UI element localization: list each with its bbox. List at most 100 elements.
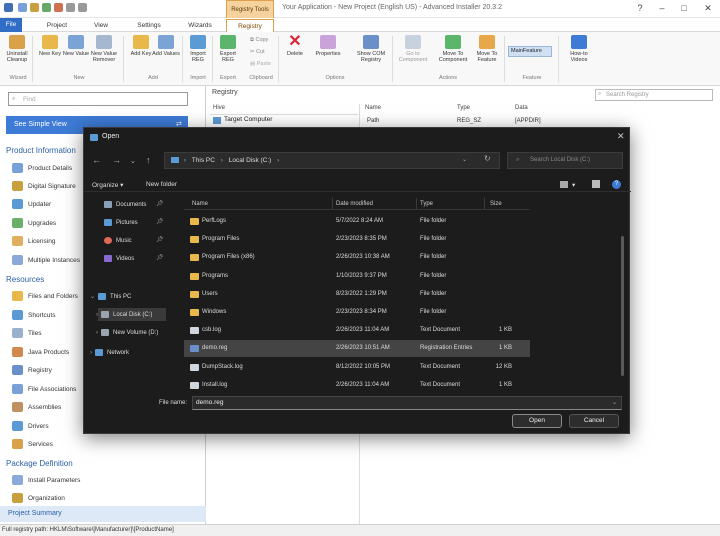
- nav-updater[interactable]: Updater: [12, 198, 51, 212]
- redo-icon[interactable]: [78, 3, 87, 12]
- column-name[interactable]: Name: [192, 201, 208, 207]
- up-arrow-icon[interactable]: ↑: [146, 155, 151, 165]
- new-key-button[interactable]: New Key: [36, 35, 64, 57]
- cut-button[interactable]: ✂ Cut: [250, 49, 265, 55]
- column-type[interactable]: Type: [457, 105, 470, 111]
- pin-icon[interactable]: 📌︎: [156, 218, 164, 225]
- nav-pictures[interactable]: Pictures: [104, 216, 138, 230]
- column-type[interactable]: Type: [420, 201, 433, 207]
- address-dropdown-icon[interactable]: ⌄: [462, 156, 467, 163]
- file-name-input[interactable]: demo.reg: [192, 396, 622, 410]
- nav-digital-signature[interactable]: Digital Signature: [12, 180, 76, 194]
- column-divider[interactable]: [332, 198, 333, 210]
- uninstall-cleanup-button[interactable]: Uninstall Cleanup: [3, 35, 31, 63]
- properties-button[interactable]: Properties: [314, 35, 342, 57]
- pin-icon[interactable]: 📌︎: [156, 236, 164, 243]
- forward-arrow-icon[interactable]: →: [112, 155, 121, 165]
- close-button[interactable]: ✕: [698, 2, 718, 15]
- paste-button[interactable]: ▤ Paste: [250, 61, 271, 67]
- breadcrumb-this-pc[interactable]: This PC: [192, 157, 215, 164]
- undo-icon[interactable]: [66, 3, 75, 12]
- back-arrow-icon[interactable]: ←: [92, 155, 101, 165]
- value-name[interactable]: Path: [367, 118, 379, 124]
- file-row[interactable]: Install.log 2/26/2023 11:04 AM Text Docume…: [184, 377, 530, 394]
- tab-wizards[interactable]: Wizards: [180, 19, 220, 32]
- refresh-icon[interactable]: ↻: [484, 154, 491, 163]
- address-bar[interactable]: › This PC › Local Disk (C:) ›: [164, 152, 500, 169]
- nav-drivers[interactable]: Drivers: [12, 420, 49, 434]
- help-icon[interactable]: ?: [612, 180, 621, 189]
- import-reg-button[interactable]: Import REG: [184, 35, 212, 63]
- nav-registry[interactable]: Registry: [12, 364, 52, 378]
- view-icon[interactable]: [560, 181, 568, 188]
- nav-files-and-folders[interactable]: Files and Folders: [12, 290, 78, 304]
- nav-documents[interactable]: Documents: [104, 198, 146, 212]
- expand-chevron-icon[interactable]: ⌄: [90, 294, 95, 300]
- nav-this-pc[interactable]: ⌄ This PC: [90, 290, 131, 304]
- file-row[interactable]: Programs 1/10/2023 9:37 PM File folder: [184, 268, 530, 285]
- column-divider[interactable]: [484, 198, 485, 210]
- nav-licensing[interactable]: Licensing: [12, 235, 55, 249]
- file-list-scrollbar[interactable]: [621, 236, 624, 376]
- nav-music[interactable]: Music: [104, 234, 132, 248]
- column-size[interactable]: Size: [490, 201, 502, 207]
- nav-local-disk[interactable]: › Local Disk (C:): [96, 308, 152, 322]
- nav-install-parameters[interactable]: Install Parameters: [12, 474, 80, 488]
- maximize-button[interactable]: □: [674, 2, 694, 15]
- go-to-component-button[interactable]: Go to Component: [396, 35, 430, 63]
- minimize-button[interactable]: –: [652, 2, 672, 15]
- dialog-close-button[interactable]: ✕: [617, 131, 625, 142]
- column-date-modified[interactable]: Date modified: [336, 201, 373, 207]
- save-icon[interactable]: [18, 3, 27, 12]
- expand-chevron-icon[interactable]: ›: [90, 350, 92, 356]
- move-to-component-button[interactable]: Move To Component: [436, 35, 470, 63]
- tab-file[interactable]: File: [0, 18, 22, 32]
- help-icon[interactable]: ?: [630, 2, 650, 15]
- delete-button[interactable]: ✕ Delete: [281, 34, 309, 58]
- new-folder-button[interactable]: New folder: [146, 181, 177, 188]
- nav-new-volume[interactable]: › New Volume (D:): [96, 326, 158, 340]
- feature-select[interactable]: MainFeature: [508, 46, 552, 57]
- history-chevron-icon[interactable]: ⌄: [130, 157, 136, 165]
- registry-search-input[interactable]: ⌕ Search Registry: [595, 89, 713, 101]
- nav-videos[interactable]: Videos: [104, 252, 134, 266]
- open-button[interactable]: Open: [512, 414, 562, 428]
- expand-chevron-icon[interactable]: ›: [96, 330, 98, 336]
- file-row[interactable]: demo.reg 2/26/2023 10:51 AM Registration E…: [184, 340, 530, 358]
- nav-services[interactable]: Services: [12, 438, 53, 452]
- nav-shortcuts[interactable]: Shortcuts: [12, 309, 55, 323]
- preview-pane-icon[interactable]: [592, 180, 600, 188]
- column-name[interactable]: Name: [365, 105, 381, 111]
- section-resources[interactable]: Resources: [6, 275, 44, 284]
- file-row[interactable]: Users 8/23/2022 1:29 PM File folder: [184, 286, 530, 303]
- nav-product-details[interactable]: Product Details: [12, 162, 72, 176]
- nav-assemblies[interactable]: Assemblies: [12, 401, 61, 415]
- nav-tiles[interactable]: Tiles: [12, 327, 41, 341]
- run-icon[interactable]: [54, 3, 63, 12]
- how-to-videos-button[interactable]: How-to Videos: [564, 35, 594, 63]
- nav-multiple-instances[interactable]: Multiple Instances: [12, 254, 80, 268]
- dialog-search-input[interactable]: ⌕ Search Local Disk (C:): [507, 152, 623, 169]
- section-product-information[interactable]: Product Information: [6, 146, 76, 155]
- file-name-dropdown-icon[interactable]: ⌄: [612, 399, 617, 406]
- file-row[interactable]: PerfLogs 5/7/2022 8:24 AM File folder: [184, 213, 530, 230]
- show-com-registry-button[interactable]: Show COM Registry: [354, 35, 388, 63]
- tree-item-target-computer[interactable]: Target Computer: [210, 116, 358, 126]
- add-key-button[interactable]: Add Key: [127, 35, 155, 57]
- file-row[interactable]: Program Files (x86) 2/26/2023 10:38 AM Fil…: [184, 249, 530, 266]
- find-input[interactable]: ⌕ Find: [8, 92, 188, 106]
- column-data[interactable]: Data: [515, 105, 528, 111]
- file-row[interactable]: DumpStack.log 8/12/2022 10:05 PM Text Docu…: [184, 359, 530, 376]
- nav-upgrades[interactable]: Upgrades: [12, 217, 56, 231]
- breadcrumb-local-disk[interactable]: Local Disk (C:): [229, 157, 272, 164]
- file-row[interactable]: Windows 2/23/2023 8:34 PM File folder: [184, 304, 530, 321]
- section-package-definition[interactable]: Package Definition: [6, 459, 73, 468]
- open-icon[interactable]: [30, 3, 39, 12]
- tab-registry[interactable]: Registry: [226, 19, 274, 32]
- pin-icon[interactable]: 📌︎: [156, 254, 164, 261]
- cancel-button[interactable]: Cancel: [569, 414, 619, 428]
- nav-organization[interactable]: Organization: [12, 492, 65, 506]
- organize-button[interactable]: Organize ▾: [92, 181, 123, 189]
- view-chevron-icon[interactable]: ▾: [572, 181, 575, 189]
- expand-chevron-icon[interactable]: ›: [96, 312, 98, 318]
